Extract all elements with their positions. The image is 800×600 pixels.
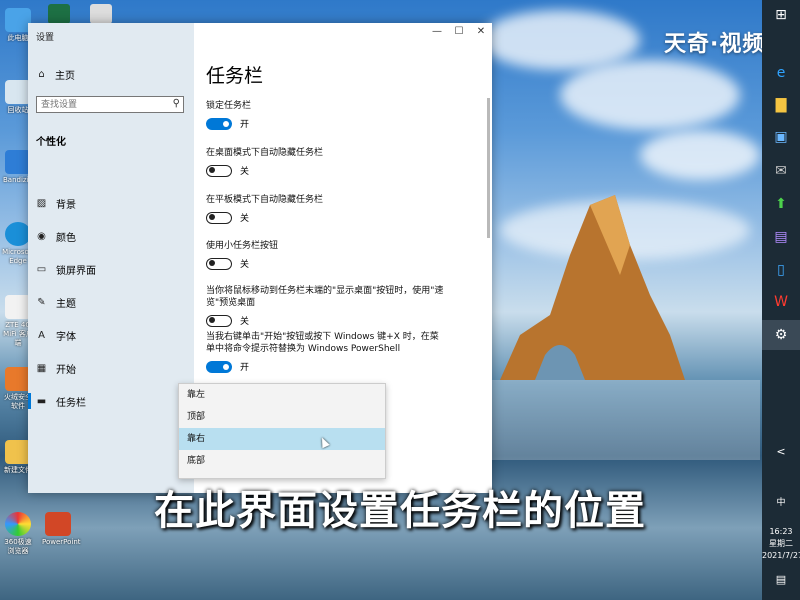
sidebar-item-label: 主题 <box>56 298 76 310</box>
sidebar-home-label: 主页 <box>55 71 75 82</box>
dropdown-option-bottom[interactable]: 底部 <box>179 450 385 472</box>
maximize-button[interactable]: ☐ <box>448 26 470 37</box>
search-box[interactable]: ⚲ <box>36 96 184 113</box>
setting-label: 当你将鼠标移动到任务栏末端的"显示桌面"按钮时，使用"速览"预览桌面 <box>206 286 444 308</box>
autohide-desktop-toggle[interactable] <box>206 164 232 177</box>
sidebar-item-label: 任务栏 <box>56 397 86 409</box>
picture-icon: ▨ <box>36 197 47 209</box>
sidebar-item-fonts[interactable]: A 字体 <box>36 325 186 345</box>
peek-toggle[interactable] <box>206 314 232 327</box>
lockscreen-icon: ▭ <box>36 263 47 275</box>
settings-sidebar: 设置 ⌂ 主页 ⚲ 个性化 ▨ 背景 ◉ 颜色 ▭ 锁屏界面 ✎ 主题 A 字体 <box>28 23 194 493</box>
sidebar-item-lockscreen[interactable]: ▭ 锁屏界面 <box>36 259 186 279</box>
clock-weekday[interactable]: 星期二 <box>762 538 800 549</box>
file-explorer-icon[interactable]: ▇ <box>762 90 800 120</box>
autohide-tablet-toggle[interactable] <box>206 211 232 224</box>
settings-gear-icon[interactable]: ⚙ <box>762 320 800 350</box>
setting-powershell: 当我右键单击"开始"按钮或按下 Windows 键+X 时，在菜单中将命令提示符… <box>206 331 446 373</box>
dropdown-option-right[interactable]: 靠右 <box>179 428 385 450</box>
premiere-icon[interactable]: ▤ <box>762 222 800 252</box>
notification-icon[interactable]: ▤ <box>762 574 800 585</box>
setting-label: 在平板模式下自动隐藏任务栏 <box>206 195 324 205</box>
sidebar-section-heading: 个性化 <box>36 137 66 148</box>
excel-icon[interactable] <box>48 4 70 24</box>
lock-taskbar-toggle[interactable] <box>206 117 232 130</box>
setting-lock-taskbar: 锁定任务栏 开 <box>206 100 446 130</box>
font-icon: A <box>38 329 45 341</box>
close-button[interactable]: ✕ <box>470 26 492 37</box>
scrollbar[interactable] <box>487 98 490 238</box>
mail-icon[interactable]: ✉ <box>762 156 800 186</box>
store-icon[interactable]: ▣ <box>762 122 800 152</box>
sidebar-item-label: 锁屏界面 <box>56 265 96 277</box>
taskbar-position-dropdown[interactable]: 靠左 顶部 靠右 底部 <box>178 383 386 479</box>
powershell-toggle[interactable] <box>206 360 232 373</box>
small-buttons-toggle[interactable] <box>206 257 232 270</box>
toggle-state: 关 <box>240 167 250 177</box>
file-icon[interactable] <box>90 4 112 24</box>
phone-icon[interactable]: ▯ <box>762 255 800 285</box>
window-title: 设置 <box>36 33 55 43</box>
sidebar-item-background[interactable]: ▨ 背景 <box>36 193 186 213</box>
search-input[interactable] <box>37 97 161 113</box>
sidebar-item-label: 字体 <box>56 331 76 343</box>
palette-icon: ◉ <box>37 230 46 242</box>
home-icon: ⌂ <box>38 69 45 80</box>
setting-label: 在桌面模式下自动隐藏任务栏 <box>206 148 324 158</box>
sidebar-item-themes[interactable]: ✎ 主题 <box>36 292 186 312</box>
windows-logo-icon[interactable]: ⊞ <box>762 0 800 30</box>
taskbar-icon: ▬ <box>36 395 47 407</box>
desktop-icon-label: PowerPoint <box>42 538 81 546</box>
desktop-icon-label: 360极速浏览器 <box>4 538 32 555</box>
brush-icon: ✎ <box>37 296 46 308</box>
sidebar-item-label: 开始 <box>56 364 76 376</box>
upload-icon[interactable]: ⬆ <box>762 189 800 219</box>
toggle-state: 关 <box>240 317 250 327</box>
setting-label: 锁定任务栏 <box>206 101 252 111</box>
toggle-state: 关 <box>240 214 250 224</box>
dropdown-option-top[interactable]: 顶部 <box>179 406 385 428</box>
sidebar-item-start[interactable]: ▦ 开始 <box>36 358 186 378</box>
sidebar-item-label: 背景 <box>56 199 76 211</box>
search-icon[interactable]: ⚲ <box>173 98 180 109</box>
clock-date[interactable]: 2021/7/27 <box>762 550 800 561</box>
setting-small-buttons: 使用小任务栏按钮 关 <box>206 240 446 270</box>
setting-label: 使用小任务栏按钮 <box>206 241 279 251</box>
watermark: 天奇·视频 <box>664 32 766 57</box>
setting-autohide-tablet: 在平板模式下自动隐藏任务栏 关 <box>206 194 446 224</box>
setting-peek: 当你将鼠标移动到任务栏末端的"显示桌面"按钮时，使用"速览"预览桌面 关 <box>206 285 446 327</box>
page-title: 任务栏 <box>206 65 264 87</box>
setting-autohide-desktop: 在桌面模式下自动隐藏任务栏 关 <box>206 147 446 177</box>
edge-icon[interactable]: e <box>762 58 800 88</box>
toggle-state: 开 <box>240 120 250 130</box>
sidebar-item-colors[interactable]: ◉ 颜色 <box>36 226 186 246</box>
toggle-state: 开 <box>240 363 250 373</box>
wps-icon[interactable]: W <box>762 287 800 317</box>
toggle-state: 关 <box>240 260 250 270</box>
minimize-button[interactable]: — <box>426 26 448 37</box>
sidebar-item-taskbar[interactable]: ▬ 任务栏 <box>28 391 186 411</box>
desktop-icon-label: 回收站 <box>7 106 29 114</box>
sidebar-item-label: 颜色 <box>56 232 76 244</box>
window-controls: — ☐ ✕ <box>426 26 492 37</box>
video-subtitle: 在此界面设置任务栏的位置 <box>154 488 646 534</box>
sidebar-home[interactable]: ⌂ 主页 <box>36 67 75 82</box>
tray-chevron[interactable]: < <box>762 446 800 457</box>
dropdown-option-left[interactable]: 靠左 <box>179 384 385 406</box>
start-icon: ▦ <box>36 362 47 374</box>
setting-label: 当我右键单击"开始"按钮或按下 Windows 键+X 时，在菜单中将命令提示符… <box>206 332 439 354</box>
desktop-icon-label: 此电脑 <box>7 34 29 42</box>
